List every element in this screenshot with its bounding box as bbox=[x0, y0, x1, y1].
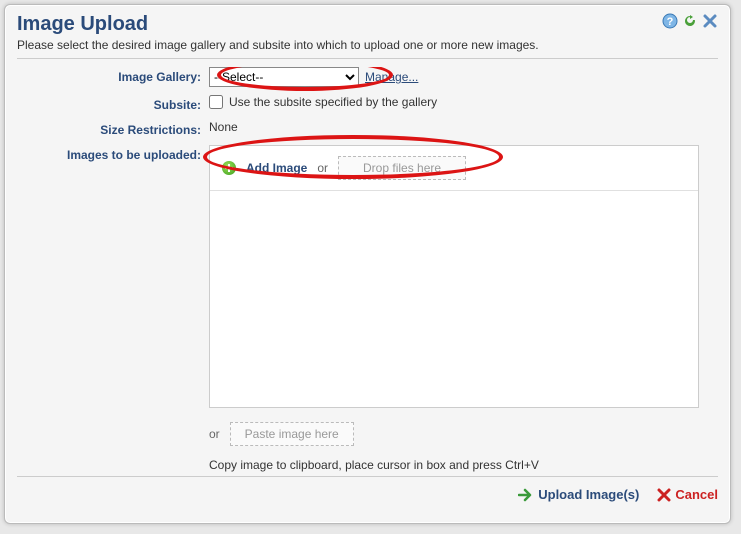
add-image-button[interactable]: Add Image bbox=[246, 161, 307, 175]
add-icon[interactable] bbox=[222, 161, 236, 175]
arrow-right-icon bbox=[518, 488, 534, 502]
form-scroll-area[interactable]: Image Gallery: --Select-- Manage... Subs… bbox=[17, 67, 718, 477]
upload-images-label: Upload Image(s) bbox=[538, 487, 639, 502]
label-images-upload: Images to be uploaded: bbox=[17, 145, 209, 162]
upload-drop-zone[interactable] bbox=[210, 191, 698, 407]
dialog-footer: Upload Image(s) Cancel bbox=[17, 477, 718, 502]
label-subsite: Subsite: bbox=[17, 95, 209, 112]
cancel-label: Cancel bbox=[675, 487, 718, 502]
dialog-subtitle: Please select the desired image gallery … bbox=[17, 38, 718, 52]
image-upload-dialog: Image Upload ? Please select the desired… bbox=[4, 4, 731, 524]
upload-images-button[interactable]: Upload Image(s) bbox=[518, 487, 639, 502]
label-image-gallery: Image Gallery: bbox=[17, 67, 209, 84]
subsite-checkbox-label: Use the subsite specified by the gallery bbox=[229, 95, 437, 109]
cancel-button[interactable]: Cancel bbox=[657, 487, 718, 502]
dialog-header: Image Upload ? bbox=[17, 13, 718, 36]
close-icon[interactable] bbox=[702, 13, 718, 29]
or-text-2: or bbox=[209, 427, 220, 441]
upload-panel: Add Image or Drop files here bbox=[209, 145, 699, 408]
paste-image-box[interactable]: Paste image here bbox=[230, 422, 354, 446]
or-text: or bbox=[317, 161, 328, 175]
upload-toolbar: Add Image or Drop files here bbox=[210, 146, 698, 191]
svg-text:?: ? bbox=[667, 16, 674, 28]
row-subsite: Subsite: Use the subsite specified by th… bbox=[17, 95, 714, 112]
row-size-restrictions: Size Restrictions: None bbox=[17, 120, 714, 137]
dialog-title: Image Upload bbox=[17, 13, 148, 36]
cancel-x-icon bbox=[657, 488, 671, 502]
refresh-icon[interactable] bbox=[682, 13, 698, 29]
size-restrictions-value: None bbox=[209, 120, 238, 134]
row-image-gallery: Image Gallery: --Select-- Manage... bbox=[17, 67, 714, 87]
label-size-restrictions: Size Restrictions: bbox=[17, 120, 209, 137]
image-gallery-select[interactable]: --Select-- bbox=[209, 67, 359, 87]
help-icon[interactable]: ? bbox=[662, 13, 678, 29]
drop-files-area[interactable]: Drop files here bbox=[338, 156, 466, 180]
row-images-upload: Images to be uploaded: Add Image or Drop… bbox=[17, 145, 714, 472]
paste-hint-text: Copy image to clipboard, place cursor in… bbox=[209, 458, 714, 472]
divider bbox=[17, 58, 718, 59]
header-icon-group: ? bbox=[662, 13, 718, 29]
subsite-checkbox[interactable] bbox=[209, 95, 223, 109]
manage-link[interactable]: Manage... bbox=[365, 70, 418, 84]
